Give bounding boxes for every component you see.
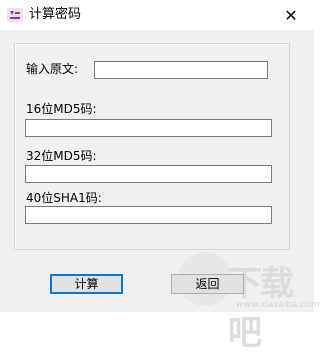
window-title: 计算密码 bbox=[29, 7, 82, 22]
md5-16-field[interactable] bbox=[25, 119, 272, 137]
title-bar: 计算密码 ✕ bbox=[0, 0, 314, 30]
sha1-40-label: 40位SHA1码: bbox=[26, 191, 102, 205]
md5-16-label: 16位MD5码: bbox=[26, 102, 97, 116]
md5-32-label: 32位MD5码: bbox=[26, 149, 97, 163]
close-icon: ✕ bbox=[284, 5, 298, 25]
compute-button[interactable]: 计算 bbox=[50, 274, 123, 294]
source-label: 输入原文: bbox=[26, 62, 79, 76]
watermark-url: www.xiazaiba.com bbox=[236, 300, 320, 310]
app-logo-icon bbox=[7, 8, 23, 22]
close-button[interactable]: ✕ bbox=[268, 0, 314, 30]
source-input[interactable] bbox=[94, 61, 268, 79]
back-button[interactable]: 返回 bbox=[171, 274, 244, 294]
dialog-body: 输入原文: 16位MD5码: 32位MD5码: 40位SHA1码: 下载吧 ww… bbox=[0, 30, 320, 353]
md5-32-field[interactable] bbox=[25, 165, 272, 183]
sha1-40-field[interactable] bbox=[25, 206, 272, 224]
